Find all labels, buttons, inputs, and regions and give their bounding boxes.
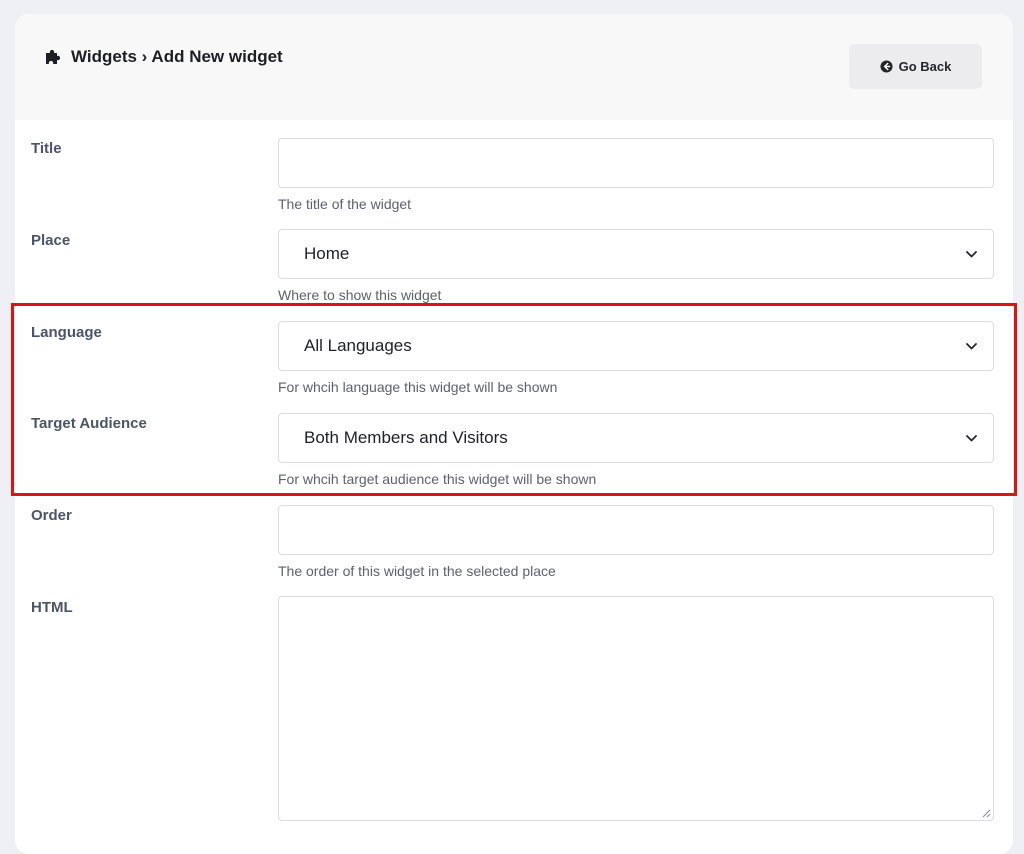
html-label: HTML — [31, 599, 73, 616]
title-input[interactable] — [278, 138, 994, 188]
place-help-text: Where to show this widget — [278, 287, 442, 303]
language-help-text: For whcih language this widget will be s… — [278, 379, 558, 395]
target-audience-selected-value: Both Members and Visitors — [304, 428, 508, 447]
widget-form-card: Widgets › Add New widget Go Back Title T… — [15, 14, 1013, 854]
target-audience-select[interactable]: Both Members and Visitors — [278, 413, 994, 463]
target-audience-label: Target Audience — [31, 415, 147, 432]
place-select[interactable]: Home — [278, 229, 994, 279]
order-label: Order — [31, 507, 72, 524]
breadcrumb: Widgets › Add New widget — [71, 47, 283, 66]
puzzle-piece-icon — [46, 49, 61, 64]
language-label: Language — [31, 324, 102, 341]
order-input[interactable] — [278, 505, 994, 555]
language-select[interactable]: All Languages — [278, 321, 994, 371]
arrow-circle-left-icon — [880, 60, 893, 73]
card-header: Widgets › Add New widget Go Back — [15, 14, 1013, 120]
go-back-button[interactable]: Go Back — [849, 44, 982, 89]
chevron-down-icon — [966, 435, 977, 442]
page-title: Widgets › Add New widget — [43, 47, 283, 67]
place-selected-value: Home — [304, 244, 350, 263]
resize-handle-icon[interactable] — [981, 808, 991, 818]
order-help-text: The order of this widget in the selected… — [278, 563, 556, 579]
language-selected-value: All Languages — [304, 336, 412, 355]
html-textarea[interactable] — [278, 596, 994, 821]
target-audience-help-text: For whcih target audience this widget wi… — [278, 471, 597, 487]
go-back-label: Go Back — [898, 59, 952, 74]
place-label: Place — [31, 232, 71, 249]
chevron-down-icon — [966, 251, 977, 258]
title-label: Title — [31, 140, 62, 157]
chevron-down-icon — [966, 343, 977, 350]
title-help-text: The title of the widget — [278, 196, 412, 212]
